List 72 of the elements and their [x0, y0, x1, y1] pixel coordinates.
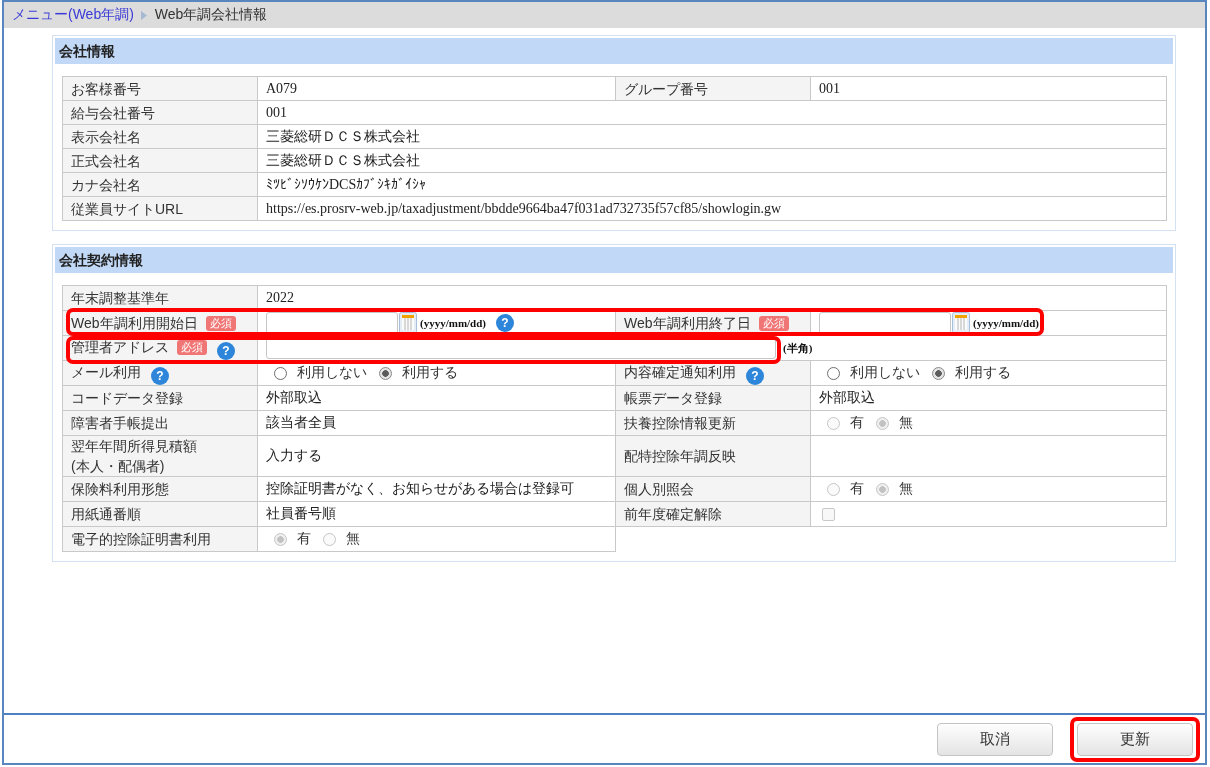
field-label: 正式会社名 — [71, 151, 141, 171]
radio-label: 無 — [899, 480, 913, 498]
radio-label: 利用しない — [850, 364, 920, 382]
field-label: 年末調整基準年 — [71, 289, 169, 308]
field-label: お客様番号 — [71, 79, 141, 99]
field-label: 扶養控除情報更新 — [624, 414, 736, 433]
field-value: 該当者全員 — [266, 415, 336, 430]
calendar-icon[interactable] — [399, 312, 417, 334]
field-value: https://es.prosrv-web.jp/taxadjustment/bbdde9664ba47f031ad732735f57cf85/showlogin.gw — [266, 200, 782, 216]
radio-label: 無 — [899, 414, 913, 432]
field-value: 2022 — [266, 290, 294, 305]
field-label: 用紙通番順 — [71, 505, 141, 524]
radio-label: 有 — [297, 530, 311, 548]
field-value: 三菱総研ＤＣＳ株式会社 — [266, 152, 420, 168]
breadcrumb-link[interactable]: メニュー(Web年調) — [12, 6, 134, 24]
field-label: 給与会社番号 — [71, 103, 155, 123]
help-button[interactable]: ? — [496, 314, 514, 332]
field-label: 翌年年間所得見積額 (本人・配偶者) — [71, 437, 197, 476]
field-label: コードデータ登録 — [71, 389, 183, 408]
input-note: (半角) — [783, 340, 813, 356]
field-value: 三菱総研ＤＣＳ株式会社 — [266, 128, 420, 144]
field-label: グループ番号 — [624, 79, 708, 99]
radio-label: 有 — [850, 414, 864, 432]
field-value: 入力する — [266, 448, 322, 463]
field-label: 前年度確定解除 — [624, 505, 722, 524]
field-label: 障害者手帳提出 — [71, 414, 169, 433]
field-label: 表示会社名 — [71, 127, 141, 147]
field-value: A079 — [266, 80, 298, 96]
field-label: Web年調利用終了日 — [624, 314, 751, 333]
section-header: 会社契約情報 — [55, 247, 1173, 273]
radio-button[interactable] — [932, 366, 945, 380]
radio-label: 有 — [850, 480, 864, 498]
field-label: 個人別照会 — [624, 480, 694, 499]
radio-label: 無 — [346, 530, 360, 548]
field-value: 社員番号順 — [266, 506, 336, 521]
field-label: Web年調利用開始日 — [71, 314, 198, 333]
calendar-icon[interactable] — [952, 312, 970, 334]
field-label: 電子的控除証明書利用 — [71, 530, 211, 549]
field-label: 配特控除年調反映 — [624, 447, 736, 466]
field-value: 外部取込 — [819, 390, 875, 405]
required-badge: 必須 — [758, 315, 789, 331]
field-value: 控除証明書がなく、お知らせがある場合は登録可 — [266, 481, 574, 496]
field-value: 001 — [819, 80, 840, 96]
date-format-hint: (yyyy/mm/dd) — [420, 317, 486, 329]
radio-button[interactable] — [379, 366, 392, 380]
radio-button[interactable] — [274, 366, 287, 380]
field-label: 保険料利用形態 — [71, 480, 169, 499]
help-button[interactable]: ? — [217, 341, 235, 360]
date-input[interactable] — [266, 312, 398, 334]
date-format-hint: (yyyy/mm/dd) — [973, 317, 1039, 329]
field-label: メール利用 — [71, 362, 141, 382]
section-header: 会社情報 — [55, 38, 1173, 64]
field-value: 外部取込 — [266, 390, 322, 405]
field-label: 帳票データ登録 — [624, 389, 722, 408]
radio-label: 利用しない — [297, 364, 367, 382]
field-label: 内容確定通知利用 — [624, 362, 736, 382]
field-label: カナ会社名 — [71, 175, 141, 195]
field-value: 001 — [266, 104, 287, 120]
required-badge: 必須 — [205, 315, 236, 331]
field-label: 従業員サイトURL — [71, 199, 183, 219]
help-button[interactable]: ? — [151, 366, 169, 385]
caret-icon — [140, 10, 147, 20]
form-button[interactable]: 取消 — [937, 722, 1053, 756]
radio-button[interactable] — [827, 366, 840, 380]
field-value: ﾐﾂﾋﾞｼｿｳｹﾝDCSｶﾌﾞｼｷｶﾞｲｼｬ — [266, 176, 427, 192]
radio-label: 利用する — [955, 364, 1011, 382]
page-title: Web年調会社情報 — [154, 6, 268, 24]
radio-label: 利用する — [402, 364, 458, 382]
help-button[interactable]: ? — [746, 366, 764, 385]
form-button[interactable]: 更新 — [1077, 722, 1193, 756]
date-input[interactable] — [819, 312, 951, 334]
field-label: 管理者アドレス — [71, 337, 169, 357]
